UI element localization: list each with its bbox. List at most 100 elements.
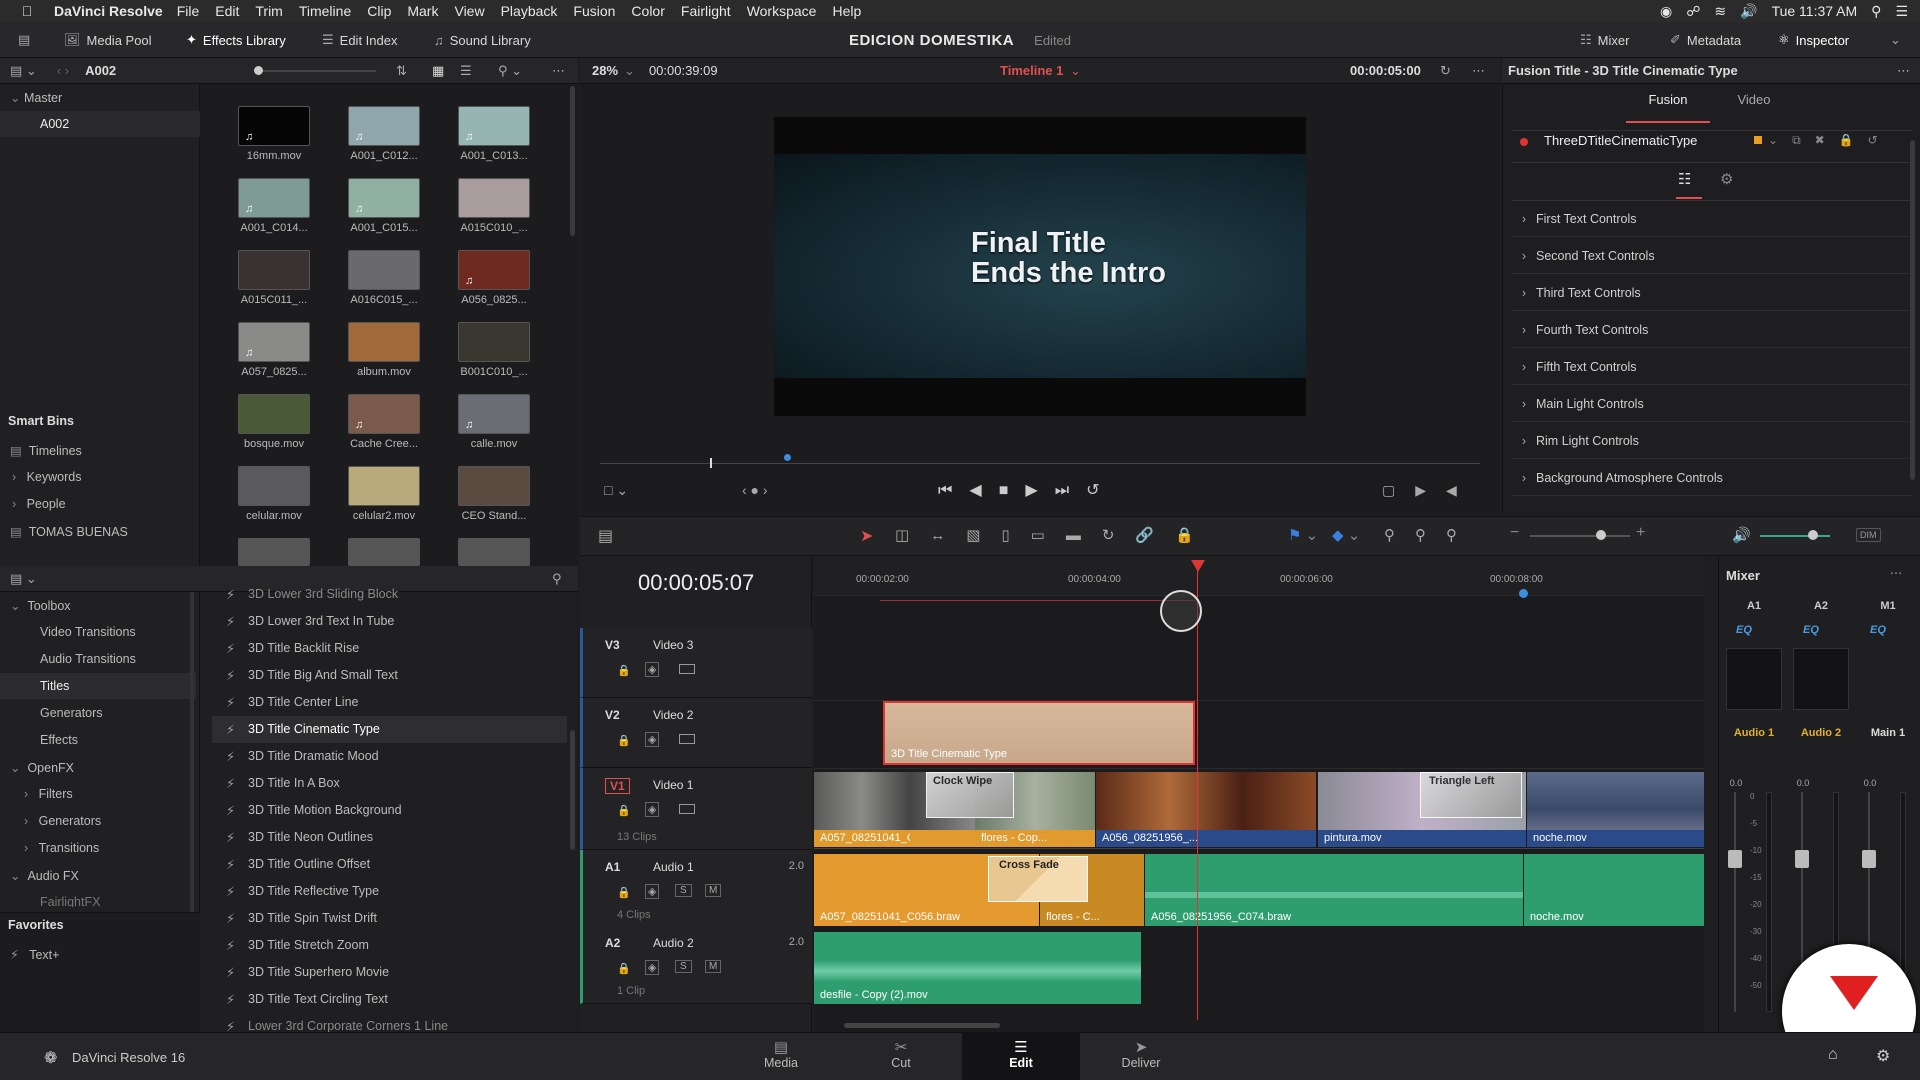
- auto-select-icon[interactable]: ◈: [645, 960, 660, 975]
- title-item[interactable]: 3D Lower 3rd Text In Tube: [248, 614, 394, 628]
- transition-cross-fade[interactable]: Cross Fade: [988, 856, 1088, 902]
- trim-tool-icon[interactable]: ◫: [895, 527, 930, 544]
- menu-edit[interactable]: Edit: [215, 3, 239, 19]
- toolbox-video-transitions[interactable]: Video Transitions: [40, 625, 136, 639]
- inspector-section[interactable]: › Third Text Controls: [1512, 275, 1912, 311]
- clip-thumbnail[interactable]: [458, 322, 530, 362]
- title-item[interactable]: 3D Title Outline Offset: [248, 857, 370, 871]
- inspector-section[interactable]: › First Text Controls: [1512, 201, 1912, 237]
- nav-arrows-icon[interactable]: ‹ ›: [57, 63, 69, 78]
- thumb-size-slider[interactable]: [256, 70, 376, 72]
- smart-bin-timelines[interactable]: ▤ Timelines: [10, 443, 82, 458]
- scrubber-marker[interactable]: [784, 454, 791, 461]
- sidebar-toggle-icon[interactable]: ▤ ⌄: [10, 571, 37, 587]
- metadata-button[interactable]: ✐ Metadata: [1660, 22, 1751, 58]
- timeline-name[interactable]: Timeline 1: [1000, 63, 1063, 78]
- mute-button[interactable]: M: [705, 960, 722, 973]
- inspector-section[interactable]: › Fourth Text Controls: [1512, 312, 1912, 348]
- fullscreen-icon[interactable]: ▢: [1382, 482, 1415, 498]
- blade-tool-icon[interactable]: ▧: [966, 527, 1001, 544]
- clip-thumbnail[interactable]: [458, 538, 530, 566]
- eq-button[interactable]: EQ: [1858, 624, 1898, 636]
- inspector-button[interactable]: ⚛ Inspector: [1768, 22, 1859, 58]
- scrubber-track[interactable]: [600, 463, 1480, 464]
- linked-selection-icon[interactable]: 🔗: [1135, 527, 1175, 544]
- dynamic-trim-icon[interactable]: ↔: [930, 527, 966, 544]
- bin-a002-row[interactable]: [0, 111, 200, 137]
- list-view-icon[interactable]: ☰: [460, 63, 472, 79]
- search-icon[interactable]: ⚲ ⌄: [498, 63, 522, 79]
- menu-view[interactable]: View: [454, 3, 484, 19]
- flag-icon[interactable]: ⚑ ⌄: [1288, 526, 1318, 544]
- title-item[interactable]: Lower 3rd Corporate Corners 1 Line: [248, 1019, 448, 1033]
- openfx-group[interactable]: ⌄ OpenFX: [10, 760, 74, 775]
- clip-thumbnail[interactable]: [348, 250, 420, 290]
- title-item[interactable]: 3D Title Dramatic Mood: [248, 749, 379, 763]
- smart-bin-tomas[interactable]: ▤ TOMAS BUENAS: [10, 524, 128, 539]
- track-header-a1[interactable]: A1 Audio 1 2.0 🔒 ◈ S M 4 Clips: [580, 850, 812, 928]
- inspector-section[interactable]: › Fifth Text Controls: [1512, 349, 1912, 385]
- auto-select-icon[interactable]: ◈: [645, 732, 660, 747]
- title-item[interactable]: 3D Title Backlit Rise: [248, 641, 359, 655]
- lock-icon[interactable]: 🔒: [617, 734, 631, 747]
- volume-slider-handle[interactable]: [1808, 530, 1818, 540]
- menu-clip[interactable]: Clip: [367, 3, 391, 19]
- skip-end-icon[interactable]: ⏭: [1055, 482, 1086, 499]
- clip-thumbnail[interactable]: [458, 178, 530, 218]
- clip-thumbnail[interactable]: ♫: [458, 250, 530, 290]
- timeline-hscrollbar[interactable]: [844, 1023, 1000, 1028]
- grid-view-icon[interactable]: ▦: [432, 63, 444, 79]
- track-header-a2[interactable]: A2 Audio 2 2.0 🔒 ◈ S M 1 Clip: [580, 926, 812, 1004]
- auto-select-icon[interactable]: ◈: [645, 802, 660, 817]
- inspector-section[interactable]: › Rim Light Controls: [1512, 423, 1912, 459]
- openfx-generators[interactable]: › Generators: [24, 814, 101, 828]
- toolbox-group[interactable]: ⌄ Toolbox: [10, 598, 71, 613]
- zoom-out-icon[interactable]: −: [1510, 524, 1519, 542]
- more-options-icon[interactable]: ⋯: [1897, 63, 1910, 79]
- clip-thumbnail[interactable]: [348, 466, 420, 506]
- chevron-down-icon[interactable]: ⌄: [624, 63, 635, 79]
- app-menu[interactable]: DaVinci Resolve: [54, 3, 163, 19]
- search-icon[interactable]: ⚲: [1871, 3, 1881, 20]
- workspace-toggle-button[interactable]: ▤: [8, 22, 40, 58]
- home-icon[interactable]: ⌂: [1828, 1046, 1838, 1064]
- enable-toggle[interactable]: [1520, 138, 1528, 146]
- menu-list-icon[interactable]: ☰: [1895, 3, 1908, 20]
- replace-clip-icon[interactable]: ▬: [1066, 527, 1102, 544]
- timeline-marker[interactable]: [1519, 589, 1528, 598]
- mark-in-icon[interactable]: ▶: [1415, 482, 1446, 498]
- clip-thumbnail[interactable]: ♫: [238, 178, 310, 218]
- clip-thumbnail[interactable]: ♫: [458, 106, 530, 146]
- fader-handle[interactable]: [1728, 850, 1742, 868]
- v1-clip-a056[interactable]: A056_08251956_...: [1096, 772, 1316, 847]
- wifi-icon[interactable]: ≋: [1714, 3, 1726, 20]
- scrubber-playhead[interactable]: [710, 458, 712, 468]
- search-icon[interactable]: ⚲: [552, 571, 562, 587]
- marker-icon[interactable]: ◆ ⌄: [1332, 526, 1360, 544]
- audiofx-group[interactable]: ⌄ Audio FX: [10, 868, 79, 883]
- stop-icon[interactable]: ■: [999, 482, 1026, 499]
- timeline-view-options-icon[interactable]: ▤: [598, 526, 613, 546]
- fader-handle[interactable]: [1862, 850, 1876, 868]
- loop-icon[interactable]: ↺: [1086, 482, 1116, 499]
- title-item[interactable]: 3D Title Stretch Zoom: [248, 938, 369, 952]
- lock-icon[interactable]: 🔒: [617, 804, 631, 817]
- mute-button[interactable]: M: [705, 884, 722, 897]
- track-id-a2[interactable]: A2: [605, 936, 620, 950]
- clip-thumbnail[interactable]: ♫: [348, 394, 420, 434]
- inspector-section[interactable]: › Main Light Controls: [1512, 386, 1912, 422]
- a2-clip-desfile[interactable]: desfile - Copy (2).mov: [814, 932, 1141, 1004]
- track-enable-icon[interactable]: [679, 734, 695, 744]
- openfx-transitions[interactable]: › Transitions: [24, 841, 99, 855]
- speaker-icon[interactable]: 🔊: [1732, 526, 1751, 544]
- clip-thumbnail[interactable]: [458, 466, 530, 506]
- titles-scrollbar[interactable]: [570, 730, 575, 850]
- eq-button[interactable]: EQ: [1724, 624, 1764, 636]
- page-tab-media[interactable]: ▤ Media: [722, 1032, 840, 1080]
- clip-thumbnail[interactable]: [348, 322, 420, 362]
- toolbox-effects[interactable]: Effects: [40, 733, 78, 747]
- menu-trim[interactable]: Trim: [255, 3, 282, 19]
- title-item[interactable]: 3D Title In A Box: [248, 776, 340, 790]
- play-reverse-icon[interactable]: ◀: [969, 482, 998, 499]
- chevron-down-icon[interactable]: ⌄: [1070, 63, 1081, 79]
